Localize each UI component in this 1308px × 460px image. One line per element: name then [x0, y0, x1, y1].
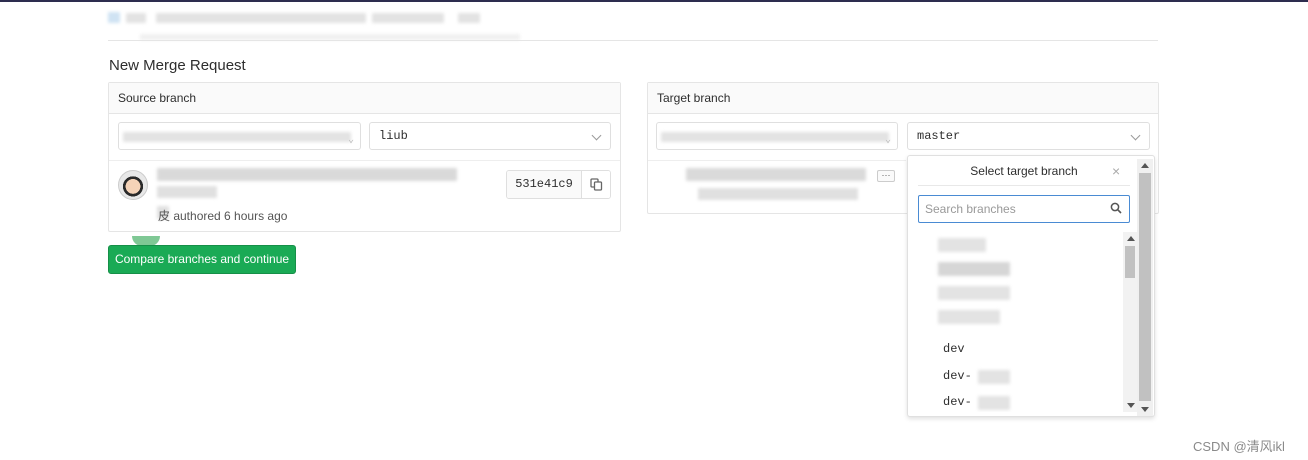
list-scrollbar[interactable] — [1123, 232, 1137, 412]
list-item[interactable]: dev- — [943, 369, 972, 383]
list-item[interactable] — [938, 238, 986, 252]
scroll-down-icon[interactable] — [1141, 407, 1149, 412]
search-icon — [1110, 202, 1122, 214]
page-title: New Merge Request — [109, 57, 246, 74]
list-item[interactable] — [938, 262, 1010, 276]
compare-branches-button[interactable]: Compare branches and continue — [108, 245, 296, 274]
target-branch-heading: Target branch — [648, 83, 1158, 114]
target-project-value — [661, 132, 889, 142]
target-branch-value: master — [917, 129, 961, 143]
target-commit-meta — [698, 188, 858, 200]
source-branch-select[interactable]: liub — [369, 122, 611, 150]
copy-icon — [590, 178, 603, 191]
list-item-suffix — [978, 396, 1010, 410]
dropdown-title: Select target branch — [918, 156, 1130, 186]
breadcrumb-segment — [458, 13, 480, 23]
source-project-value — [123, 132, 351, 142]
commit-meta: 皮 authored 6 hours ago — [158, 209, 288, 223]
panel-divider — [109, 160, 620, 161]
watermark: CSDN @清风ikl — [1193, 439, 1285, 454]
chevron-down-icon — [591, 130, 602, 141]
target-branch-select[interactable]: master — [907, 122, 1150, 150]
chevron-down-icon — [1130, 130, 1141, 141]
list-item[interactable]: dev- — [943, 395, 972, 409]
header-divider — [108, 40, 1158, 41]
avatar — [118, 170, 148, 200]
breadcrumb-segment — [126, 13, 146, 23]
source-branch-heading: Source branch — [109, 83, 620, 114]
top-border — [0, 0, 1308, 2]
breadcrumb-segment — [156, 13, 366, 23]
scroll-up-icon[interactable] — [1127, 236, 1135, 241]
list-item[interactable] — [938, 310, 1000, 324]
chevron-down-icon: ⌄ — [347, 135, 354, 146]
list-scroll-thumb[interactable] — [1125, 246, 1135, 278]
target-branch-dropdown: Select target branch × dev dev- dev- — [907, 155, 1155, 417]
breadcrumb-segment — [372, 13, 444, 23]
source-project-select[interactable]: ⌄ — [118, 122, 361, 150]
close-icon[interactable]: × — [1112, 163, 1120, 179]
copy-sha-button[interactable] — [582, 171, 610, 198]
commit-title — [157, 168, 457, 181]
list-item[interactable] — [938, 286, 1010, 300]
breadcrumb — [108, 12, 120, 23]
list-item-suffix — [978, 370, 1010, 384]
ellipsis-icon[interactable]: ··· — [877, 170, 895, 182]
target-commit-title — [686, 168, 866, 181]
scroll-up-icon[interactable] — [1141, 163, 1149, 168]
branch-search-input[interactable] — [918, 195, 1130, 223]
branch-list: dev dev- dev- — [918, 232, 1123, 412]
scroll-down-icon[interactable] — [1127, 403, 1135, 408]
commit-title-line2 — [157, 186, 217, 198]
target-project-select[interactable]: ⌄ — [656, 122, 898, 150]
source-branch-value: liub — [379, 129, 408, 143]
list-item[interactable]: dev — [943, 342, 965, 356]
commit-sha[interactable]: 531e41c9 — [507, 171, 582, 198]
dropdown-scrollbar[interactable] — [1137, 159, 1153, 416]
chevron-down-icon: ⌄ — [884, 135, 891, 146]
panel-divider — [648, 160, 906, 161]
dropdown-scroll-thumb[interactable] — [1139, 173, 1151, 401]
commit-sha-group: 531e41c9 — [506, 170, 611, 199]
